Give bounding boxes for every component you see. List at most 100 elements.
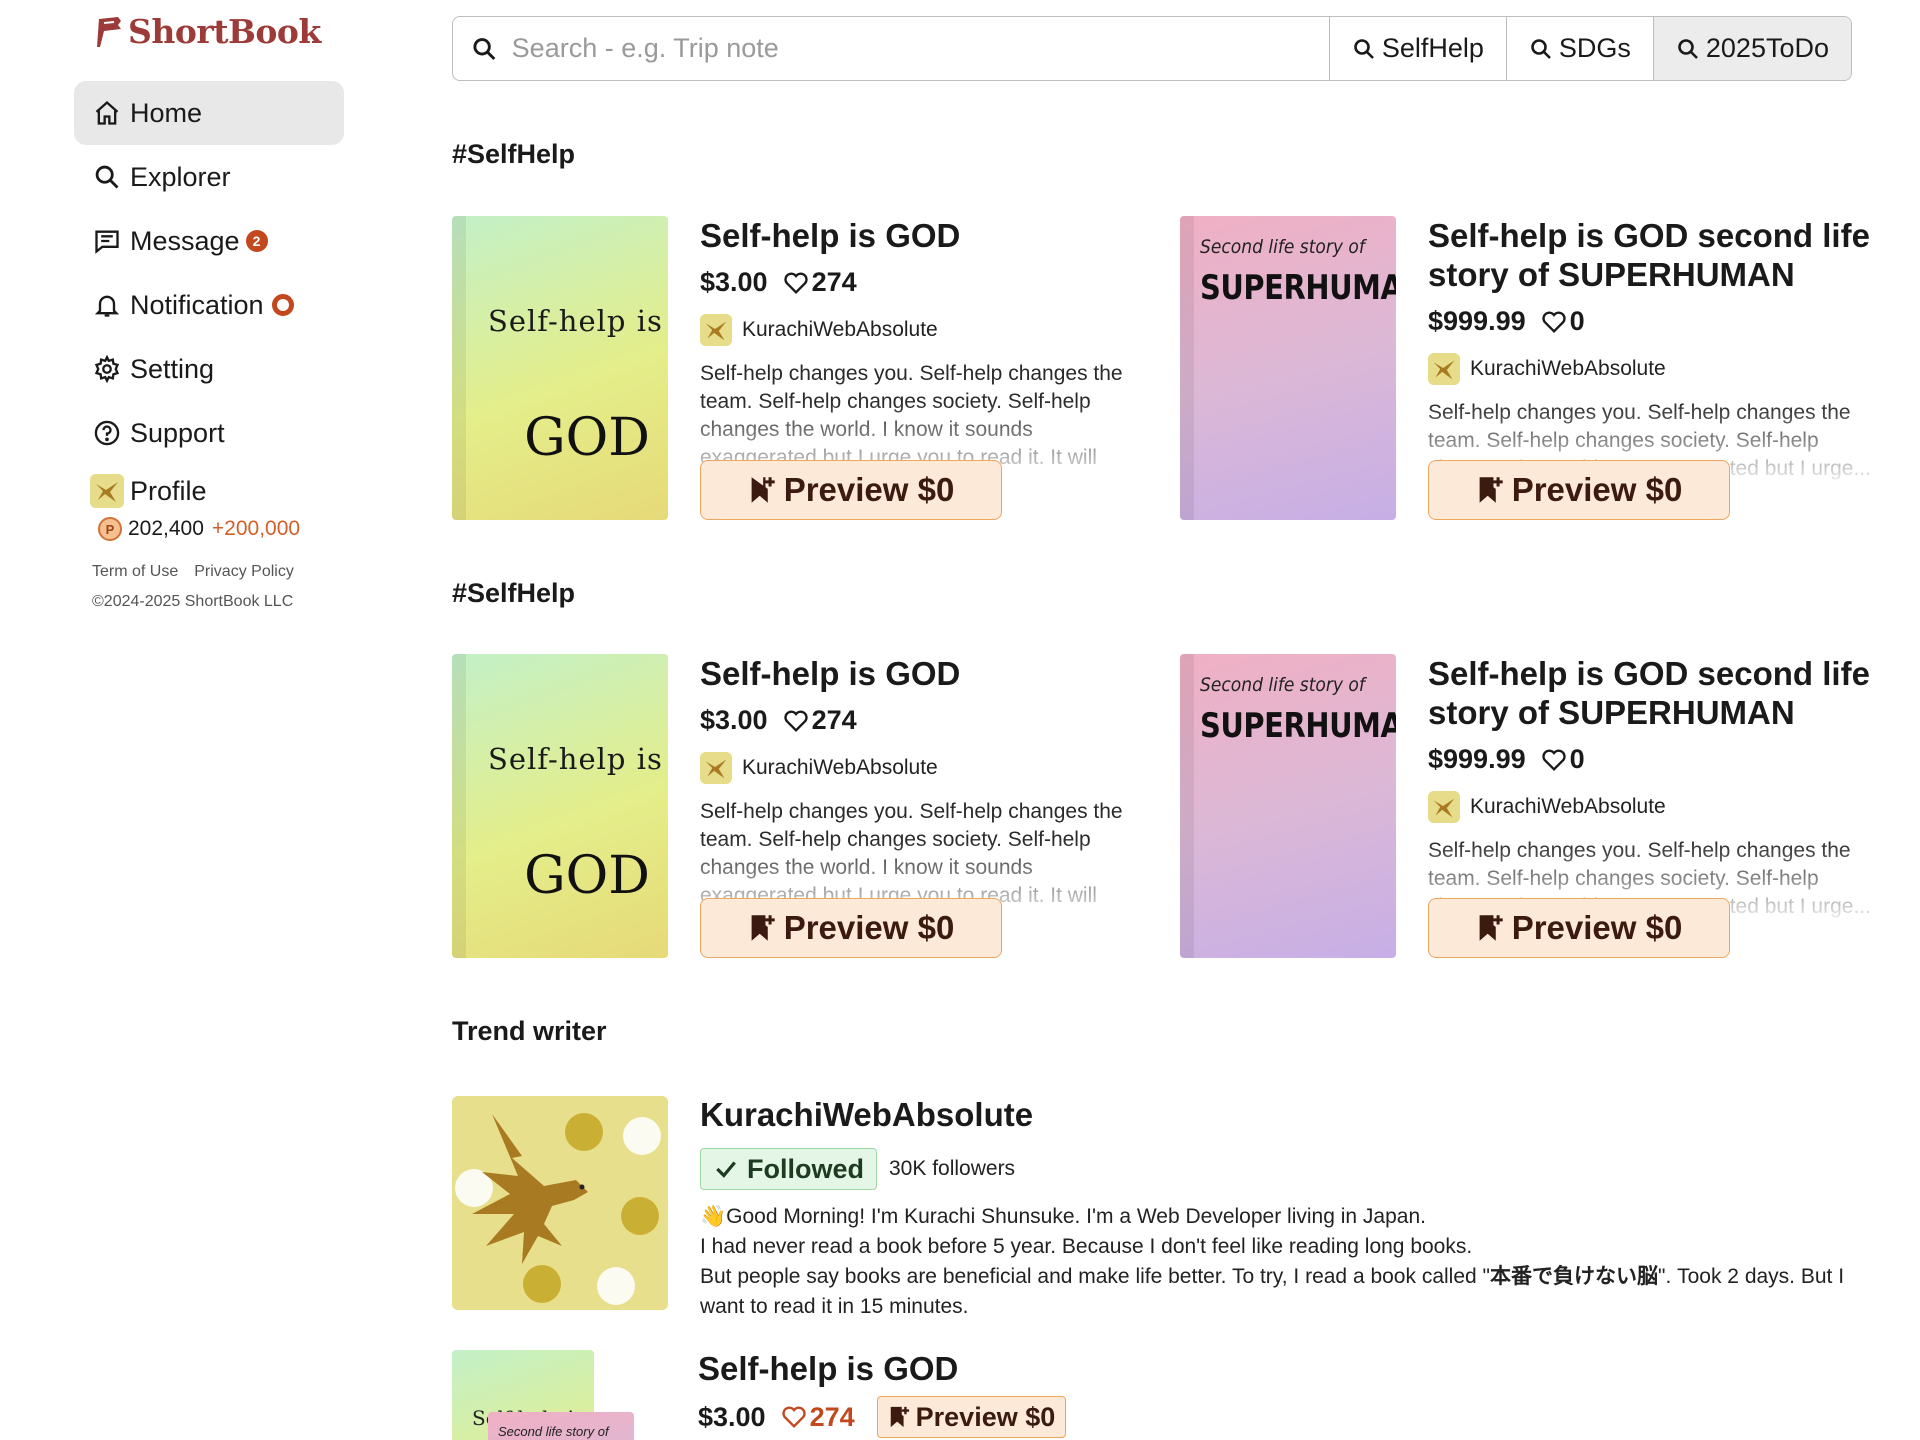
author-row[interactable]: KurachiWebAbsolute [1428,353,1878,385]
bio-line: I had never read a book before 5 year. B… [700,1235,1473,1258]
book-card[interactable]: Self-help is GOD Self-help is GOD $3.00 … [452,216,1152,522]
preview-button[interactable]: Preview $0 [1428,898,1730,958]
preview-label: Preview $0 [783,471,955,508]
like-count: 0 [1569,744,1585,774]
book-cover[interactable]: Second life story of SUPERHUMAN [1180,654,1396,958]
writer-avatar[interactable] [452,1096,668,1310]
cover-text: Second life story of [1200,674,1365,696]
preview-label: Preview $0 [783,909,955,946]
like-button[interactable]: 0 [1540,744,1585,775]
profile-label: Profile [130,475,207,506]
bookmark-plus-icon [890,1406,909,1428]
sidebar-item-label: Setting [130,353,215,384]
book-cover[interactable]: Second life story of [488,1412,634,1440]
followed-label: Followed [747,1153,864,1184]
message-count-badge: 2 [245,230,268,252]
search-icon [1354,38,1374,59]
search-field[interactable] [453,17,1329,80]
book-title[interactable]: Self-help is GOD [698,1350,958,1388]
sidebar-item-message[interactable]: Message 2 [74,209,344,273]
author-row[interactable]: KurachiWebAbsolute [700,314,1140,346]
sidebar-item-profile[interactable]: Profile [74,471,344,511]
book-price: $999.99 [1428,744,1526,774]
bio-book-title: 本番で負けない脳 [1489,1265,1658,1288]
writer-bio: 👋Good Morning! I'm Kurachi Shunsuke. I'm… [700,1202,1850,1322]
search-input[interactable] [511,33,1329,64]
follow-row: Followed 30K followers [700,1148,1850,1190]
sidebar-item-label: Message [130,225,240,256]
sidebar: ShortBook Home Explorer Message 2 Notifi… [74,0,344,610]
writer-book-card[interactable]: Self-help is Second life story of Self-h… [452,1350,1852,1440]
bio-text: But people say books are beneficial and … [700,1265,1490,1288]
notification-dot-badge [271,294,294,316]
like-button[interactable]: 0 [1540,306,1585,337]
author-row[interactable]: KurachiWebAbsolute [1428,791,1878,823]
section-title: Trend writer [452,1016,607,1046]
section-title[interactable]: #SelfHelp [452,578,575,609]
followed-button[interactable]: Followed [700,1148,877,1190]
bookmark-plus-icon [1479,915,1503,941]
preview-button[interactable]: Preview $0 [1428,460,1730,520]
avatar [1428,353,1460,385]
book-cover[interactable]: Self-help is GOD [452,654,668,958]
search-tag-sdgs[interactable]: SDGs [1505,17,1653,80]
heart-icon [783,710,808,732]
preview-label: Preview $0 [1511,471,1683,508]
tag-label: SDGs [1558,33,1631,63]
book-cover[interactable]: Self-help is GOD [452,216,668,520]
book-title[interactable]: Self-help is GOD [700,216,1140,255]
sidebar-item-notification[interactable]: Notification [74,273,344,337]
search-icon [1531,38,1551,59]
book-price: $3.00 [698,1401,766,1432]
cover-text: GOD [524,408,650,468]
cover-text: Self-help is [488,304,663,338]
bell-icon [92,290,122,320]
bookmark-plus-icon [1479,477,1503,503]
cover-text: Self-help is [488,742,663,776]
book-card[interactable]: Second life story of SUPERHUMAN Self-hel… [1180,654,1880,960]
preview-label: Preview $0 [915,1401,1056,1432]
book-price: $3.00 [700,705,768,735]
sidebar-item-home[interactable]: Home [74,81,344,145]
search-icon [1678,38,1698,59]
like-count: 274 [811,267,857,297]
writer-card[interactable]: KurachiWebAbsolute Followed 30K follower… [452,1096,1852,1318]
sidebar-item-label: Support [130,417,225,448]
book-card[interactable]: Self-help is GOD Self-help is GOD $3.00 … [452,654,1152,960]
sidebar-item-support[interactable]: Support [74,401,344,465]
avatar [700,752,732,784]
sidebar-item-explorer[interactable]: Explorer [74,145,344,209]
search-tag-selfhelp[interactable]: SelfHelp [1328,17,1506,80]
sidebar-item-setting[interactable]: Setting [74,337,344,401]
preview-button[interactable]: Preview $0 [700,460,1002,520]
terms-link[interactable]: Term of Use [92,563,178,581]
app-logo[interactable]: ShortBook [96,12,356,51]
like-button[interactable]: 274 [780,1402,855,1433]
privacy-link[interactable]: Privacy Policy [194,563,294,581]
book-price: $999.99 [1428,306,1526,336]
author-row[interactable]: KurachiWebAbsolute [700,752,1140,784]
book-card[interactable]: Second life story of SUPERHUMAN Self-hel… [1180,216,1880,522]
points-balance: P 202,400 +200,000 [74,517,344,541]
home-icon [92,98,122,128]
like-button[interactable]: 274 [782,267,857,298]
book-title[interactable]: Self-help is GOD second life story of SU… [1428,216,1878,294]
preview-label: Preview $0 [1511,909,1683,946]
heart-icon [1541,311,1566,333]
preview-button[interactable]: Preview $0 [876,1396,1067,1438]
search-tag-2025todo[interactable]: 2025ToDo [1652,17,1851,80]
heart-icon [783,272,808,294]
like-button[interactable]: 274 [782,705,857,736]
heart-icon [781,1406,806,1428]
price-row: $999.99 0 [1428,744,1878,775]
author-name: KurachiWebAbsolute [742,756,938,779]
bookmark-plus-icon [751,477,775,503]
search-bar: SelfHelp SDGs 2025ToDo [452,16,1852,81]
preview-button[interactable]: Preview $0 [700,898,1002,958]
book-title[interactable]: Self-help is GOD [700,654,1140,693]
avatar [90,474,124,508]
book-cover[interactable]: Second life story of SUPERHUMAN [1180,216,1396,520]
book-title[interactable]: Self-help is GOD second life story of SU… [1428,654,1878,732]
section-title[interactable]: #SelfHelp [452,139,575,170]
writer-name[interactable]: KurachiWebAbsolute [700,1096,1850,1134]
